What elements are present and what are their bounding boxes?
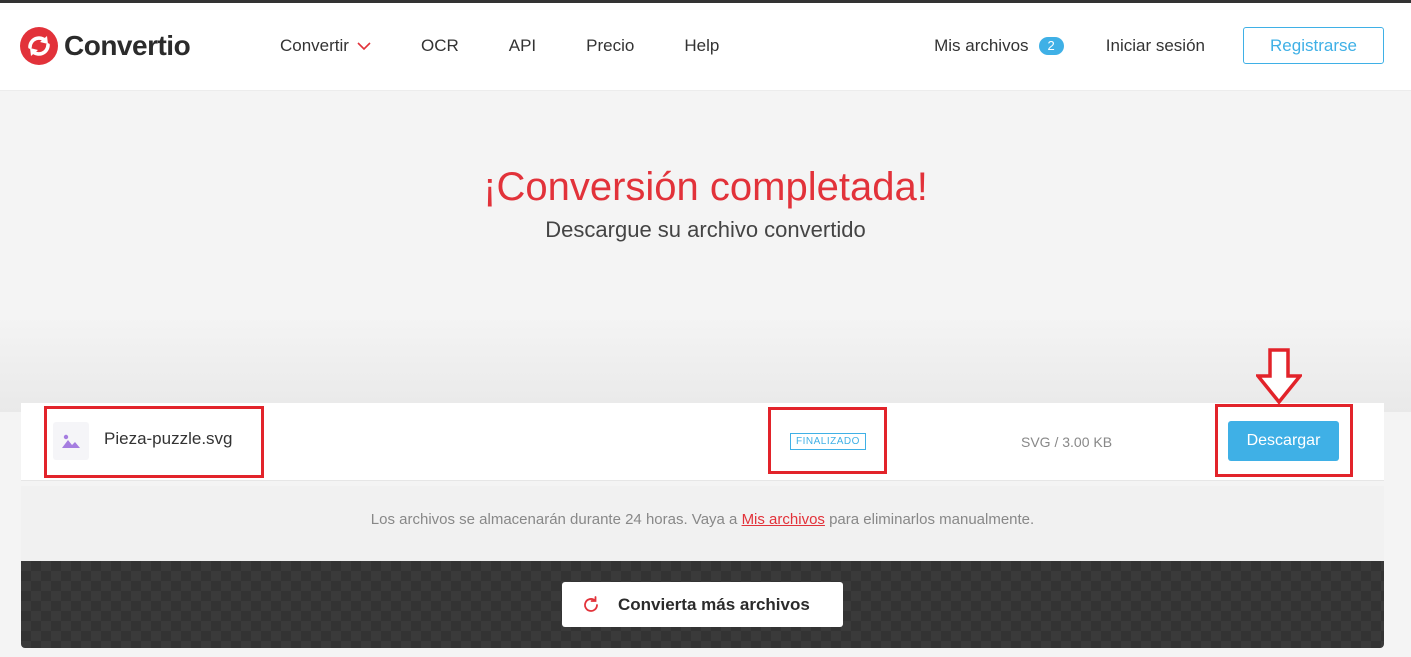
- nav-item-help[interactable]: Help: [684, 36, 719, 56]
- highlight-box-file-name: [44, 406, 264, 478]
- chevron-down-icon: [357, 42, 371, 51]
- register-button[interactable]: Registrarse: [1243, 27, 1384, 64]
- highlight-box-status: [768, 407, 887, 474]
- page-title: ¡Conversión completada!: [483, 165, 928, 209]
- nav-item-precio[interactable]: Precio: [586, 36, 634, 56]
- nav-item-convertir[interactable]: Convertir: [280, 36, 371, 56]
- highlight-box-download: [1215, 404, 1353, 477]
- page-subtitle: Descargue su archivo convertido: [545, 217, 866, 242]
- my-files-label: Mis archivos: [934, 35, 1029, 55]
- convert-more-button[interactable]: Convierta más archivos: [562, 582, 843, 627]
- notice-text-before: Los archivos se almacenarán durante 24 h…: [370, 511, 742, 528]
- down-arrow-icon: [1256, 348, 1302, 404]
- notice-text-after: para eliminarlos manualmente.: [824, 511, 1035, 528]
- my-files-notice-link[interactable]: Mis archivos: [742, 511, 825, 528]
- convertio-logo-icon: [20, 27, 58, 65]
- more-files-bar: Convierta más archivos: [21, 561, 1384, 648]
- my-files-link[interactable]: Mis archivos 2: [934, 36, 1064, 56]
- login-link[interactable]: Iniciar sesión: [1106, 36, 1205, 56]
- refresh-icon: [584, 595, 598, 612]
- convert-more-label: Convierta más archivos: [618, 594, 810, 614]
- storage-notice: Los archivos se almacenarán durante 24 h…: [21, 486, 1384, 561]
- main-nav: Convertir OCR API Precio Help: [280, 36, 769, 56]
- logo-text: Convertio: [64, 30, 191, 61]
- account-nav: Mis archivos 2 Iniciar sesión Registrars…: [934, 27, 1384, 64]
- hero-background: [0, 92, 1411, 412]
- logo[interactable]: Convertio: [20, 27, 191, 65]
- header: Convertio Convertir OCR API Precio Help …: [0, 3, 1411, 91]
- nav-item-ocr[interactable]: OCR: [421, 36, 459, 56]
- my-files-count-badge: 2: [1038, 36, 1064, 55]
- nav-item-label: Convertir: [280, 36, 349, 55]
- nav-item-api[interactable]: API: [509, 36, 536, 56]
- file-size: SVG / 3.00 KB: [1021, 434, 1113, 450]
